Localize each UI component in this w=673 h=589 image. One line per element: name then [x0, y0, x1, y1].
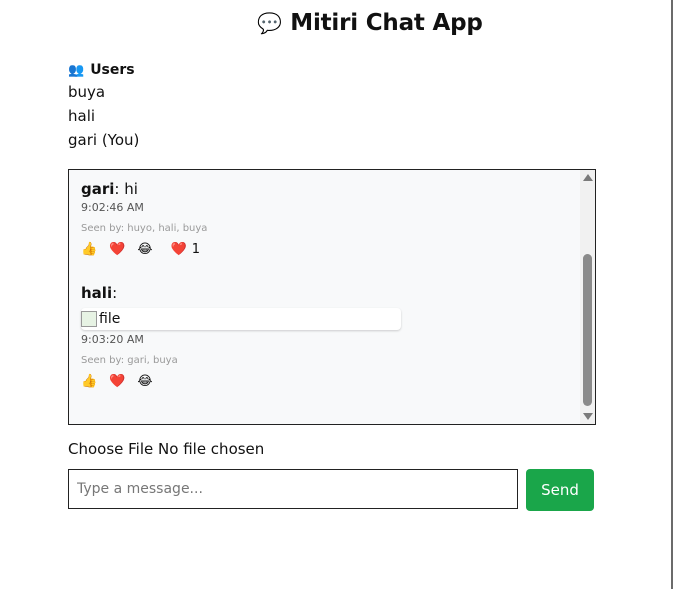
reaction-bar: 👍 ❤️ 😂 [81, 374, 401, 389]
user-item: hali [68, 107, 96, 125]
header: 💬 Mitiri Chat App [0, 10, 673, 36]
user-item-current: gari (You) [68, 131, 140, 149]
message-time: 9:03:20 AM [81, 333, 144, 346]
seen-by: Seen by: gari, buya [81, 355, 178, 366]
message-time: 9:02:46 AM [81, 201, 144, 214]
users-heading: 👥 Users [68, 60, 139, 80]
speech-bubble-icon: 💬 [257, 11, 283, 35]
seen-by: Seen by: huyo, hali, buya [81, 223, 208, 234]
choose-file-button[interactable]: Choose File [68, 440, 153, 458]
scroll-up-arrow-icon[interactable] [583, 174, 593, 181]
attachment-alt: file [99, 311, 121, 327]
scroll-thumb[interactable] [583, 254, 592, 406]
reaction-bar: 👍 ❤️ 😂 ❤️ 1 [81, 242, 207, 257]
thumbs-up-reaction[interactable]: 👍 [81, 374, 97, 389]
message-sender: gari [81, 180, 115, 198]
users-heading-label: Users [90, 62, 135, 78]
message-separator: : [112, 284, 118, 302]
composer: Send [68, 469, 594, 511]
user-item: buya [68, 83, 106, 101]
users-panel: 👥 Users buya hali gari (You) [68, 60, 139, 152]
chat-scrollbar[interactable] [580, 170, 595, 424]
heart-icon: ❤️ [170, 242, 187, 257]
file-status: No file chosen [158, 440, 265, 458]
heart-reaction[interactable]: ❤️ [109, 374, 125, 389]
message-item: hali: file 9:03:20 AM Seen by: gari, buy… [81, 284, 401, 389]
file-attachment[interactable]: file [81, 308, 401, 330]
message-item: gari: hi 9:02:46 AM Seen by: huyo, hali,… [81, 180, 207, 257]
scroll-down-arrow-icon[interactable] [583, 413, 593, 420]
send-button[interactable]: Send [526, 469, 594, 511]
message-input[interactable] [68, 469, 518, 509]
broken-image-icon [81, 311, 97, 327]
laugh-reaction[interactable]: 😂 [137, 374, 152, 389]
page-title: Mitiri Chat App [290, 10, 483, 36]
reaction-count-value: 1 [191, 242, 201, 257]
message-header: gari: hi [81, 180, 207, 198]
reaction-count[interactable]: ❤️ 1 [171, 242, 200, 257]
laugh-reaction[interactable]: 😂 [137, 242, 152, 257]
heart-reaction[interactable]: ❤️ [109, 242, 125, 257]
thumbs-up-reaction[interactable]: 👍 [81, 242, 97, 257]
message-text: hi [119, 180, 138, 198]
message-header: hali: [81, 284, 401, 302]
chat-messages[interactable]: gari: hi 9:02:46 AM Seen by: huyo, hali,… [68, 169, 596, 425]
file-input[interactable]: Choose File No file chosen [68, 440, 264, 458]
users-icon: 👥 [68, 62, 85, 78]
message-sender: hali [81, 284, 113, 302]
